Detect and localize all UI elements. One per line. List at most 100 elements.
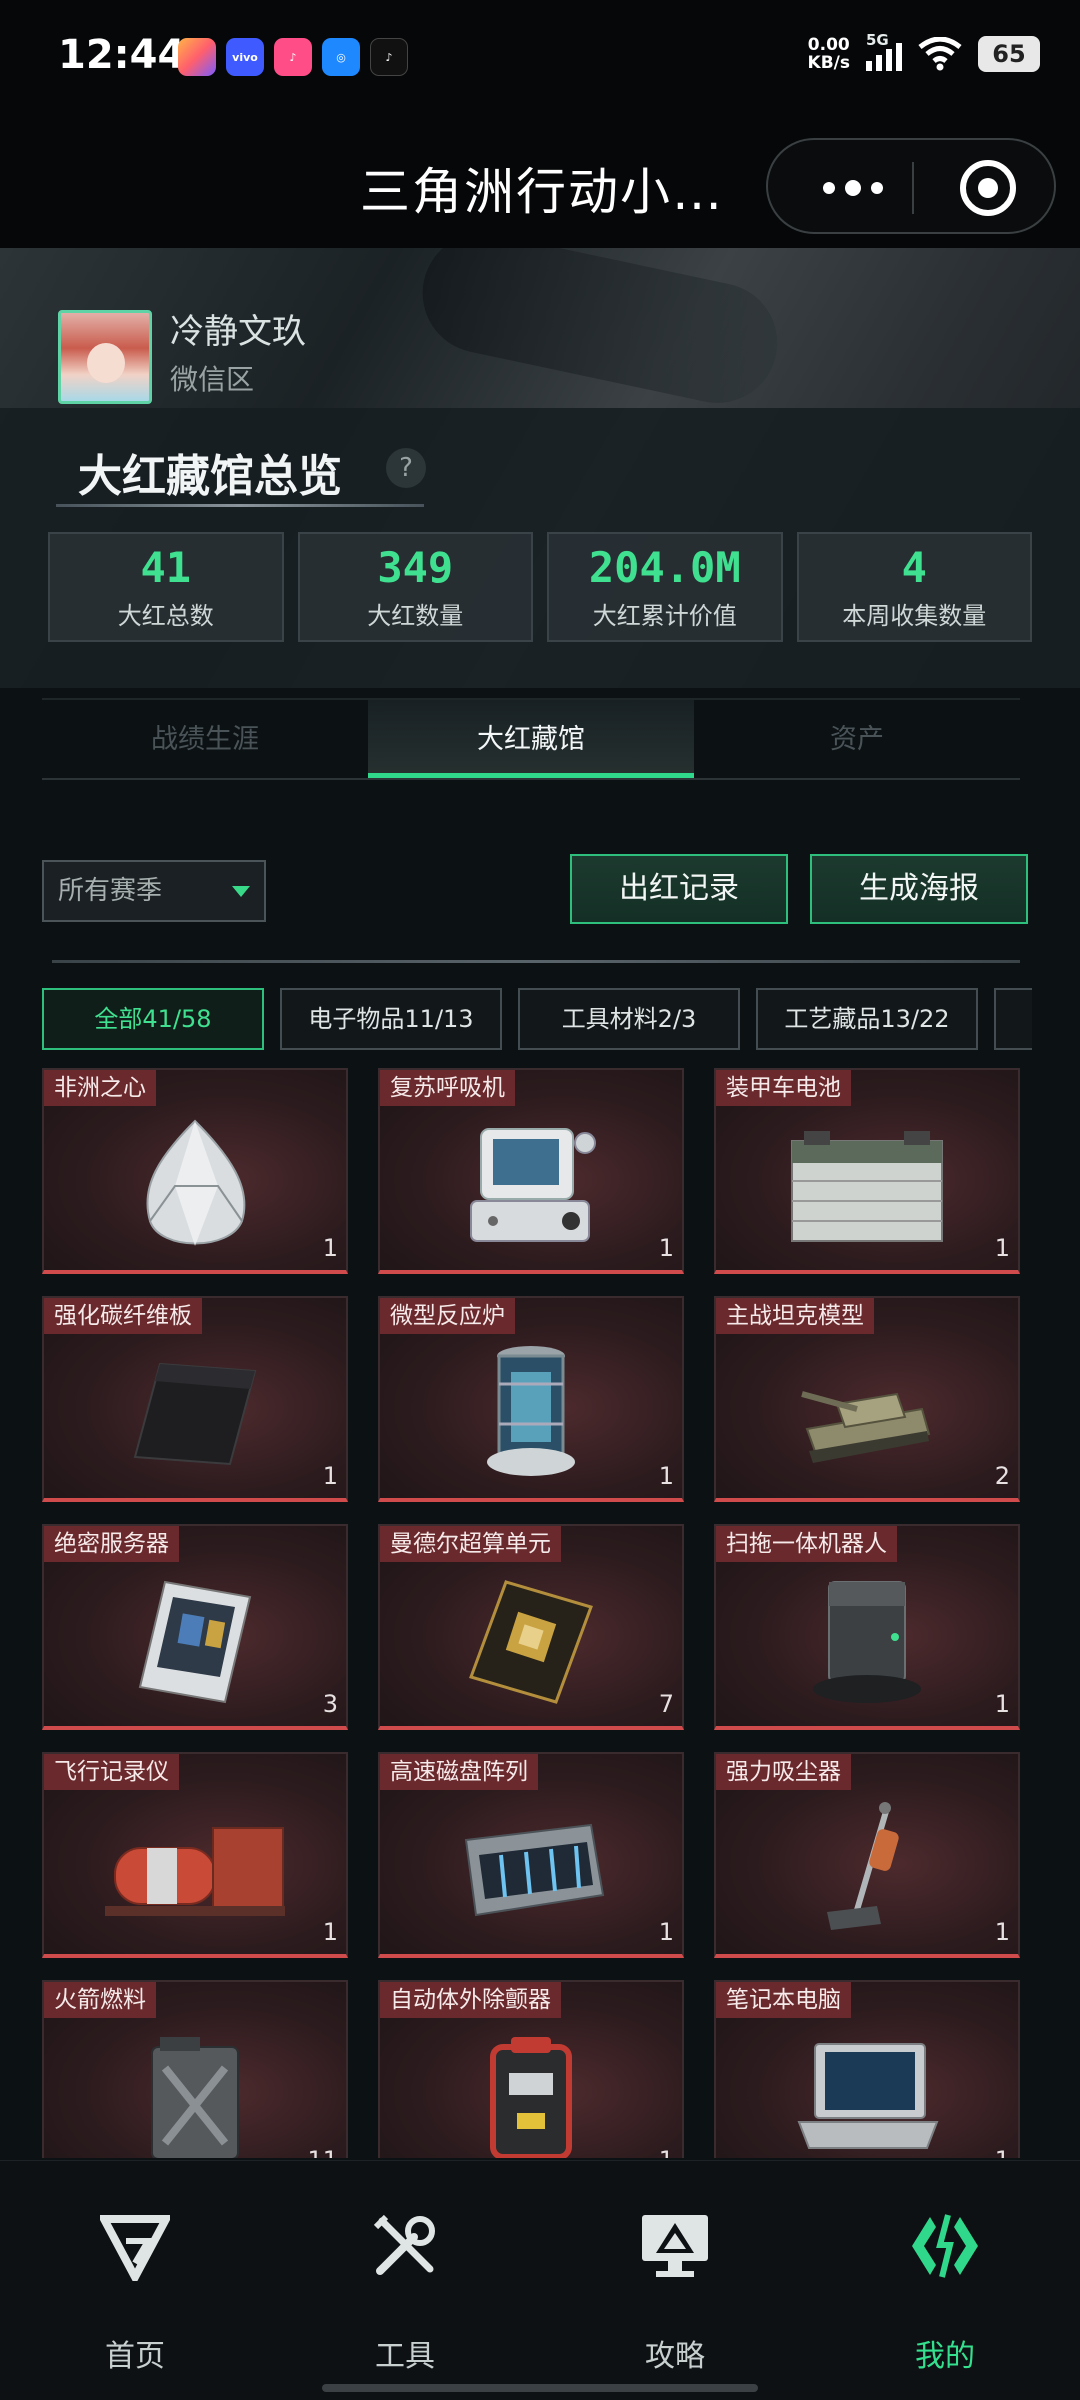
more-icon[interactable] xyxy=(808,170,898,206)
category-tools[interactable]: 工具材料2/3 xyxy=(518,988,740,1050)
stat-value: 4 xyxy=(901,542,927,592)
item-card[interactable]: 复苏呼吸机 1 xyxy=(378,1068,684,1274)
stat-value: 41 xyxy=(140,542,192,592)
avatar[interactable] xyxy=(58,310,152,404)
defibrillator-icon xyxy=(490,2037,572,2158)
robot-vacuum-icon xyxy=(813,1581,921,1703)
stats-row: 41 大红总数 349 大红数量 204.0M 大红累计价值 4 本周收集数量 xyxy=(48,532,1032,642)
item-card[interactable]: 非洲之心 1 xyxy=(42,1068,348,1274)
nav-profile[interactable]: 我的 xyxy=(810,2161,1080,2400)
signal-icon: 5G xyxy=(866,31,902,71)
tab-career[interactable]: 战绩生涯 xyxy=(42,700,368,778)
item-count: 1 xyxy=(658,1918,674,1946)
item-name: 扫拖一体机器人 xyxy=(716,1526,897,1562)
tab-assets[interactable]: 资产 xyxy=(694,700,1020,778)
user-zone: 微信区 xyxy=(170,363,255,396)
item-count: 1 xyxy=(994,1234,1010,1262)
nav-home[interactable]: 首页 xyxy=(0,2161,270,2400)
status-right: 0.00 KB/s 5G 65 xyxy=(807,31,1040,73)
tank-model-icon xyxy=(801,1391,931,1463)
net-speed-value: 0.00 xyxy=(807,35,850,55)
item-card[interactable]: 笔记本电脑 1 xyxy=(714,1980,1020,2158)
poster-button[interactable]: 生成海报 xyxy=(810,854,1028,924)
close-icon[interactable] xyxy=(960,160,1016,216)
item-count: 11 xyxy=(307,2146,338,2158)
profile-banner: 冷静文玖 微信区 大红藏馆总览 ? 41 大红总数 349 大红数量 204.0… xyxy=(0,248,1080,688)
item-count: 1 xyxy=(995,2146,1010,2158)
stat-label: 本周收集数量 xyxy=(842,601,987,630)
bottom-nav: 首页 工具 攻略 我的 xyxy=(0,2160,1080,2400)
item-count: 1 xyxy=(994,1918,1010,1946)
item-count: 1 xyxy=(322,1234,338,1262)
record-button[interactable]: 出红记录 xyxy=(570,854,788,924)
category-electronics[interactable]: 电子物品11/13 xyxy=(280,988,502,1050)
fuel-can-icon xyxy=(151,2037,239,2158)
vacuum-cleaner-icon xyxy=(827,1802,899,1930)
item-card[interactable]: 曼德尔超算单元 7 xyxy=(378,1524,684,1730)
item-name: 笔记本电脑 xyxy=(716,1982,851,2018)
title-bar: 三角洲行动小… xyxy=(0,118,1080,248)
help-icon[interactable]: ? xyxy=(386,448,426,488)
chevron-down-icon xyxy=(232,886,250,897)
main-tabs: 战绩生涯 大红藏馆 资产 xyxy=(42,698,1020,780)
laptop-icon xyxy=(797,2043,939,2149)
item-card[interactable]: 绝密服务器 3 xyxy=(42,1524,348,1730)
ventilator-icon xyxy=(470,1128,596,1242)
item-name: 非洲之心 xyxy=(44,1070,156,1106)
nav-tools[interactable]: 工具 xyxy=(270,2161,540,2400)
stat-weekly-count: 4 本周收集数量 xyxy=(796,532,1032,642)
item-card[interactable]: 强化碳纤维板 1 xyxy=(42,1296,348,1502)
carbon-plate-icon xyxy=(133,1362,257,1466)
diamond-icon xyxy=(146,1119,246,1246)
disk-array-icon xyxy=(464,1823,605,1917)
item-card[interactable]: 火箭燃料 11 xyxy=(42,1980,348,2158)
stat-total-count: 349 大红数量 xyxy=(297,532,533,642)
stat-label: 大红数量 xyxy=(367,601,464,630)
tab-red-collection[interactable]: 大红藏馆 xyxy=(368,700,694,778)
status-app-icons: vivo ♪ ◎ ♪ xyxy=(178,38,408,76)
stat-total-value: 204.0M 大红累计价值 xyxy=(547,532,783,642)
item-card[interactable]: 强力吸尘器 1 xyxy=(714,1752,1020,1958)
reactor-icon xyxy=(487,1346,575,1476)
banner-artwork xyxy=(411,248,789,415)
stat-value: 349 xyxy=(377,542,454,592)
home-indicator xyxy=(322,2384,758,2392)
nav-guide[interactable]: 攻略 xyxy=(540,2161,810,2400)
item-count: 1 xyxy=(994,1690,1010,1718)
nav-label: 首页 xyxy=(105,2339,165,2374)
season-select[interactable]: 所有赛季 xyxy=(42,860,266,922)
item-card[interactable]: 扫拖一体机器人 1 xyxy=(714,1524,1020,1730)
item-card[interactable]: 飞行记录仪 1 xyxy=(42,1752,348,1958)
profile-logo-icon xyxy=(912,2214,978,2278)
network-type: 5G xyxy=(866,31,889,49)
user-name: 冷静文玖 xyxy=(170,312,306,352)
nav-label: 我的 xyxy=(915,2339,975,2374)
item-card[interactable]: 高速磁盘阵列 1 xyxy=(378,1752,684,1958)
battery-indicator: 65 xyxy=(978,36,1040,72)
category-tabs: 全部41/58 电子物品11/13 工具材料2/3 工艺藏品13/22 xyxy=(42,988,1032,1050)
stat-label: 大红累计价值 xyxy=(592,601,737,630)
item-name: 复苏呼吸机 xyxy=(380,1070,515,1106)
item-name: 微型反应炉 xyxy=(380,1298,515,1334)
status-bar: 12:44 vivo ♪ ◎ ♪ 0.00 KB/s 5G 65 xyxy=(0,0,1080,118)
item-count: 3 xyxy=(322,1690,338,1718)
item-card[interactable]: 主战坦克模型 2 xyxy=(714,1296,1020,1502)
wallet-app-icon: ◎ xyxy=(322,38,360,76)
category-crafts[interactable]: 工艺藏品13/22 xyxy=(756,988,978,1050)
net-speed-unit: KB/s xyxy=(807,53,850,73)
flight-recorder-icon xyxy=(105,1827,285,1916)
filter-divider xyxy=(52,960,1020,963)
item-count: 2 xyxy=(994,1462,1010,1490)
item-card[interactable]: 装甲车电池 1 xyxy=(714,1068,1020,1274)
category-more[interactable] xyxy=(994,988,1032,1050)
battery-icon xyxy=(791,1131,943,1242)
status-time: 12:44 xyxy=(58,32,186,78)
item-name: 主战坦克模型 xyxy=(716,1298,874,1334)
album-app-icon xyxy=(178,38,216,76)
item-card[interactable]: 自动体外除颤器 1 xyxy=(378,1980,684,2158)
mini-program-capsule xyxy=(766,138,1056,234)
item-card[interactable]: 微型反应炉 1 xyxy=(378,1296,684,1502)
category-all[interactable]: 全部41/58 xyxy=(42,988,264,1050)
item-name: 强化碳纤维板 xyxy=(44,1298,202,1334)
overview-title: 大红藏馆总览 xyxy=(78,451,342,502)
